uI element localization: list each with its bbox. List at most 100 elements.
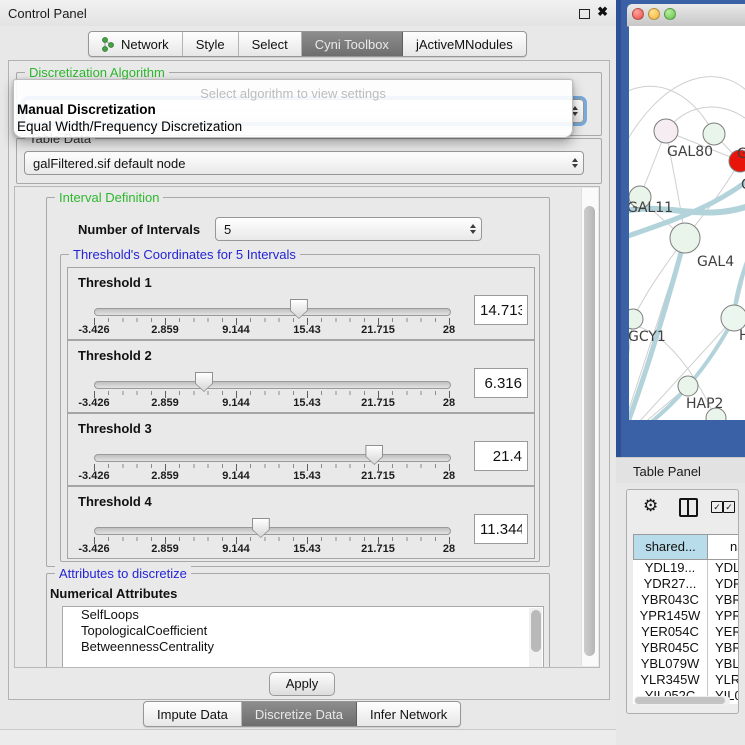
- tick-label: 2.859: [151, 397, 179, 409]
- table-row[interactable]: YER054CYER0: [633, 624, 739, 640]
- split-columns-icon[interactable]: [679, 498, 698, 517]
- tick-label: 21.715: [361, 397, 395, 409]
- tick-label: -3.426: [78, 324, 109, 336]
- network-graph: GAL80 GA C GAL11 GAL4 GCY1 H HAP2: [629, 26, 745, 420]
- slider-thumb[interactable]: [195, 372, 213, 392]
- table-data-combobox[interactable]: galFiltered.sif default node: [24, 151, 584, 175]
- close-traffic-light-icon[interactable]: [632, 8, 644, 20]
- apply-button[interactable]: Apply: [269, 672, 335, 696]
- tab-discretize-data[interactable]: Discretize Data: [242, 702, 357, 726]
- table-row[interactable]: YBR043CYBR0: [633, 592, 739, 608]
- threshold-3-label: Threshold 3: [78, 421, 152, 436]
- control-panel-titlebar: Control Panel ✖: [0, 0, 616, 26]
- table-container: ⚙ ✓ ✓ shared... na YDL19...YDL1 YDR27...…: [626, 489, 739, 714]
- tab-cyni-toolbox[interactable]: Cyni Toolbox: [302, 32, 403, 56]
- tick-label: 21.715: [361, 470, 395, 482]
- tick-label: 28: [443, 397, 455, 409]
- tab-style[interactable]: Style: [183, 32, 239, 56]
- table-row[interactable]: YLR345WYLR3: [633, 672, 739, 688]
- table-panel-title: Table Panel: [633, 464, 701, 479]
- popup-option-manual-discretization[interactable]: Manual Discretization: [17, 102, 156, 117]
- slider-track[interactable]: [94, 454, 451, 462]
- slider-thumb[interactable]: [252, 518, 270, 538]
- tick-label: 9.144: [222, 470, 250, 482]
- tick-label: 28: [443, 470, 455, 482]
- node-label-partial-c: C: [741, 177, 745, 193]
- slider-thumb[interactable]: [290, 299, 308, 319]
- checkbox-icon[interactable]: ✓: [723, 501, 735, 513]
- tab-network[interactable]: Network: [89, 32, 183, 56]
- gear-icon[interactable]: ⚙: [643, 496, 658, 516]
- list-item[interactable]: SelfLoops: [63, 607, 543, 623]
- tab-impute-data[interactable]: Impute Data: [144, 702, 242, 726]
- table-row[interactable]: YPR145WYPR1: [633, 608, 739, 624]
- slider-track[interactable]: [94, 308, 451, 316]
- float-window-icon[interactable]: [579, 9, 590, 19]
- attributes-group-title: Attributes to discretize: [55, 566, 191, 581]
- zoom-traffic-light-icon[interactable]: [664, 8, 676, 20]
- tick-label: 15.43: [293, 397, 321, 409]
- bottom-strip: [0, 730, 616, 745]
- combo-stepper-icon[interactable]: [572, 152, 578, 174]
- checkbox-icon[interactable]: ✓: [711, 501, 723, 513]
- threshold-4-value-input[interactable]: [474, 514, 528, 544]
- tick-label: 21.715: [361, 543, 395, 555]
- minimize-traffic-light-icon[interactable]: [648, 8, 660, 20]
- settings-scroll-area: Interval Definition Number of Intervals …: [14, 186, 600, 668]
- table-row[interactable]: YDL19...YDL1: [633, 560, 739, 576]
- node-gal4[interactable]: [670, 223, 700, 253]
- tick-label: 28: [443, 543, 455, 555]
- node-partial-top[interactable]: [703, 123, 725, 145]
- node-gcy1[interactable]: [629, 309, 643, 329]
- network-canvas[interactable]: GAL80 GA C GAL11 GAL4 GCY1 H HAP2: [629, 26, 745, 420]
- tick-label: 2.859: [151, 470, 179, 482]
- tick-label: -3.426: [78, 470, 109, 482]
- cyni-mode-tabs: Impute Data Discretize Data Infer Networ…: [143, 701, 461, 727]
- algorithm-popup-hint: Select algorithm to view settings: [14, 86, 572, 101]
- tab-select[interactable]: Select: [239, 32, 302, 56]
- tick-label: 9.144: [222, 324, 250, 336]
- tick-label: -3.426: [78, 397, 109, 409]
- table-horizontal-scrollbar[interactable]: [634, 696, 730, 705]
- threshold-2-value-input[interactable]: [474, 368, 528, 398]
- settings-scrollbar[interactable]: [581, 188, 598, 666]
- threshold-3-value-input[interactable]: [474, 441, 528, 471]
- node-label-partial-g: GA: [737, 146, 745, 162]
- threshold-panel-2: Threshold 2 -3.426 2.859 9.144 15.43 21.…: [67, 340, 535, 413]
- thresholds-group: Threshold's Coordinates for 5 Intervals …: [60, 254, 540, 562]
- network-window-titlebar[interactable]: [627, 4, 745, 27]
- scrollbar-thumb[interactable]: [635, 697, 725, 704]
- interval-definition-group: Interval Definition Number of Intervals …: [46, 197, 550, 567]
- node-gal80[interactable]: [654, 119, 678, 143]
- tick-label: 9.144: [222, 543, 250, 555]
- column-header-shared[interactable]: shared...: [633, 534, 708, 560]
- list-item[interactable]: TopologicalCoefficient: [63, 623, 543, 639]
- node-label-hap2: HAP2: [686, 396, 723, 412]
- threshold-2-label: Threshold 2: [78, 348, 152, 363]
- scrollbar-thumb[interactable]: [584, 206, 595, 656]
- close-icon[interactable]: ✖: [597, 4, 608, 20]
- popup-option-equal-width-frequency[interactable]: Equal Width/Frequency Discretization: [17, 119, 242, 134]
- table-row[interactable]: YBR045CYBR0: [633, 640, 739, 656]
- tab-infer-network[interactable]: Infer Network: [357, 702, 460, 726]
- control-panel-title: Control Panel: [8, 6, 87, 21]
- node-label-gal80: GAL80: [667, 144, 713, 160]
- list-item[interactable]: BetweennessCentrality: [63, 639, 543, 655]
- combo-stepper-icon[interactable]: [470, 218, 476, 240]
- slider-track[interactable]: [94, 527, 451, 535]
- table-row[interactable]: YBL079WYBL0: [633, 656, 739, 672]
- list-scrollbar[interactable]: [529, 608, 542, 668]
- threshold-4-label: Threshold 4: [78, 494, 152, 509]
- numerical-attributes-list[interactable]: SelfLoops TopologicalCoefficient Between…: [62, 606, 544, 668]
- node-hap2[interactable]: [678, 376, 698, 396]
- slider-track[interactable]: [94, 381, 451, 389]
- tick-label: 21.715: [361, 324, 395, 336]
- table-row[interactable]: YDR27...YDR2: [633, 576, 739, 592]
- number-of-intervals-combobox[interactable]: 5: [215, 217, 482, 241]
- tab-jactivemnodules[interactable]: jActiveMNodules: [403, 32, 526, 56]
- threshold-panel-4: Threshold 4 -3.426 2.859 9.144 15.43 21.…: [67, 486, 535, 559]
- tab-network-label: Network: [121, 37, 169, 52]
- slider-thumb[interactable]: [365, 445, 383, 465]
- column-header-name[interactable]: na: [707, 534, 739, 560]
- threshold-1-value-input[interactable]: [474, 295, 528, 325]
